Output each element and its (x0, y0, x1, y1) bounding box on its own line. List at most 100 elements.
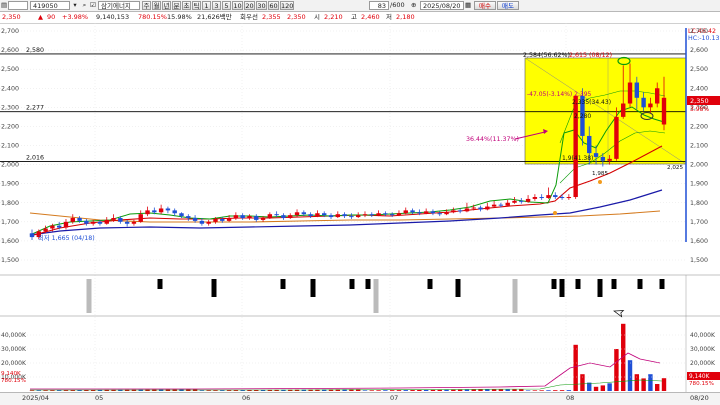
price-tick-left: 1,500 (1, 257, 19, 264)
level-label: 2,580 (26, 47, 44, 54)
period-button-8[interactable]: 5 (222, 1, 231, 10)
candle-body (145, 210, 150, 215)
volume-bar (206, 390, 211, 391)
hc-indicator: HC:-10.13 (688, 35, 720, 42)
low-marker-label: 최저 1,665 (04/18) (38, 233, 95, 242)
code-input[interactable]: 419050 (30, 1, 70, 10)
period-button-10[interactable]: 20 (244, 1, 255, 10)
period-button-1[interactable]: 월 (152, 1, 161, 10)
price-tick-right: 2,700 (690, 28, 708, 35)
volume-bar (376, 390, 381, 391)
volume-tick-right: 30,000K (690, 346, 716, 353)
volume-bar (383, 390, 388, 391)
period-button-12[interactable]: 60 (268, 1, 279, 10)
candle-body (63, 221, 69, 228)
candle-body (621, 103, 626, 117)
signal-black-bar (611, 279, 617, 289)
candle-body (417, 212, 422, 214)
current-price: 2,350 (2, 13, 21, 21)
candle-body (471, 207, 476, 209)
candle-body (498, 204, 504, 206)
sell-button[interactable]: 매도 (497, 1, 519, 10)
stock-chart[interactable]: 2,580 2,277 2,016 2,584(56.62%) 2,615 (08/… (0, 23, 720, 392)
volume-bar (627, 360, 633, 391)
open-label: 시 (314, 13, 320, 21)
candle-body (254, 216, 259, 220)
volume-bar (519, 389, 524, 391)
price-tick-left: 2,000 (1, 162, 19, 169)
ma60-line (29, 189, 663, 236)
period-button-7[interactable]: 3 (212, 1, 221, 10)
candle-body (485, 206, 490, 210)
volume-left-value: 9,140K (1, 371, 21, 377)
fib-3-label: 2,280 (574, 113, 591, 120)
candle-body (260, 218, 266, 220)
price-tick-right: 1,700 (690, 219, 708, 226)
candle-body (444, 212, 449, 215)
buy-button[interactable]: 매수 (474, 1, 496, 10)
candle-body (247, 216, 252, 219)
volume-bar (580, 374, 585, 391)
volume-bar (634, 374, 640, 391)
candle-body (512, 200, 517, 203)
period-button-5[interactable]: 틱 (192, 1, 201, 10)
high-value: 2,460 (361, 13, 380, 21)
volume-bar (566, 390, 572, 391)
date-input[interactable]: 2025/08/20 (420, 1, 464, 10)
stock-name-field[interactable]: 삼기에너지 (98, 1, 140, 10)
period-button-9[interactable]: 10 (232, 1, 243, 10)
signal-black-bar (349, 279, 355, 289)
count-total: /600 (390, 1, 405, 9)
volume-bar (451, 389, 456, 391)
count-input[interactable]: 83 (369, 1, 389, 10)
volume-bar (369, 390, 374, 391)
search-icon[interactable]: ⌕ (80, 1, 89, 10)
period-button-3[interactable]: 분 (172, 1, 181, 10)
menu-icon[interactable]: ▤ (1, 1, 7, 10)
code-value: 419050 (33, 2, 58, 10)
low-value: 2,180 (396, 13, 415, 21)
candle-body (118, 218, 123, 222)
open-value: 2,210 (324, 13, 343, 21)
candle-body (90, 221, 96, 224)
candle-body (240, 215, 245, 219)
period-button-0[interactable]: 주 (142, 1, 151, 10)
volume-bar (29, 390, 35, 391)
checkbox-icon[interactable]: ☑ (90, 1, 97, 10)
period-button-13[interactable]: 120 (280, 1, 294, 10)
volume-bar (213, 390, 218, 391)
candle-body (525, 198, 531, 202)
candle-body (607, 158, 612, 161)
candle-body (281, 215, 286, 219)
volume-bar (362, 390, 368, 391)
zoom-icon[interactable]: ⊕ (411, 1, 419, 10)
x-label: 08/20 (690, 394, 709, 402)
volume-bar (539, 390, 544, 391)
candle-body (111, 218, 116, 220)
price-tick-right: 1,900 (690, 181, 708, 188)
candle-body (70, 218, 75, 222)
candle-body (655, 88, 660, 104)
chevron-down-icon[interactable]: ▾ (71, 1, 79, 10)
signal-black-bar (280, 279, 286, 289)
candle-body (288, 215, 293, 219)
period-button-6[interactable]: 1 (202, 1, 211, 10)
volume-current-text: 9,140K (689, 374, 710, 380)
signal-gray-bar (373, 279, 379, 313)
calendar-icon[interactable]: ▦ (465, 1, 473, 10)
signal-black-bar (597, 279, 603, 297)
volume-bar (423, 389, 429, 391)
market-select[interactable] (8, 1, 28, 10)
period-button-11[interactable]: 30 (256, 1, 267, 10)
candle-body (539, 197, 544, 199)
candle-body (614, 116, 619, 159)
volume-tick-right: 20,000K (690, 360, 716, 367)
period-button-4[interactable]: 초 (182, 1, 191, 10)
candle-body (634, 82, 640, 98)
current-pct-text: 3.98% (690, 106, 709, 113)
deferred-label: 회우선 (240, 13, 258, 21)
candle-body (328, 215, 334, 218)
candle-body (627, 82, 633, 104)
low-label: 저 (386, 13, 392, 21)
period-button-2[interactable]: 년 (162, 1, 171, 10)
